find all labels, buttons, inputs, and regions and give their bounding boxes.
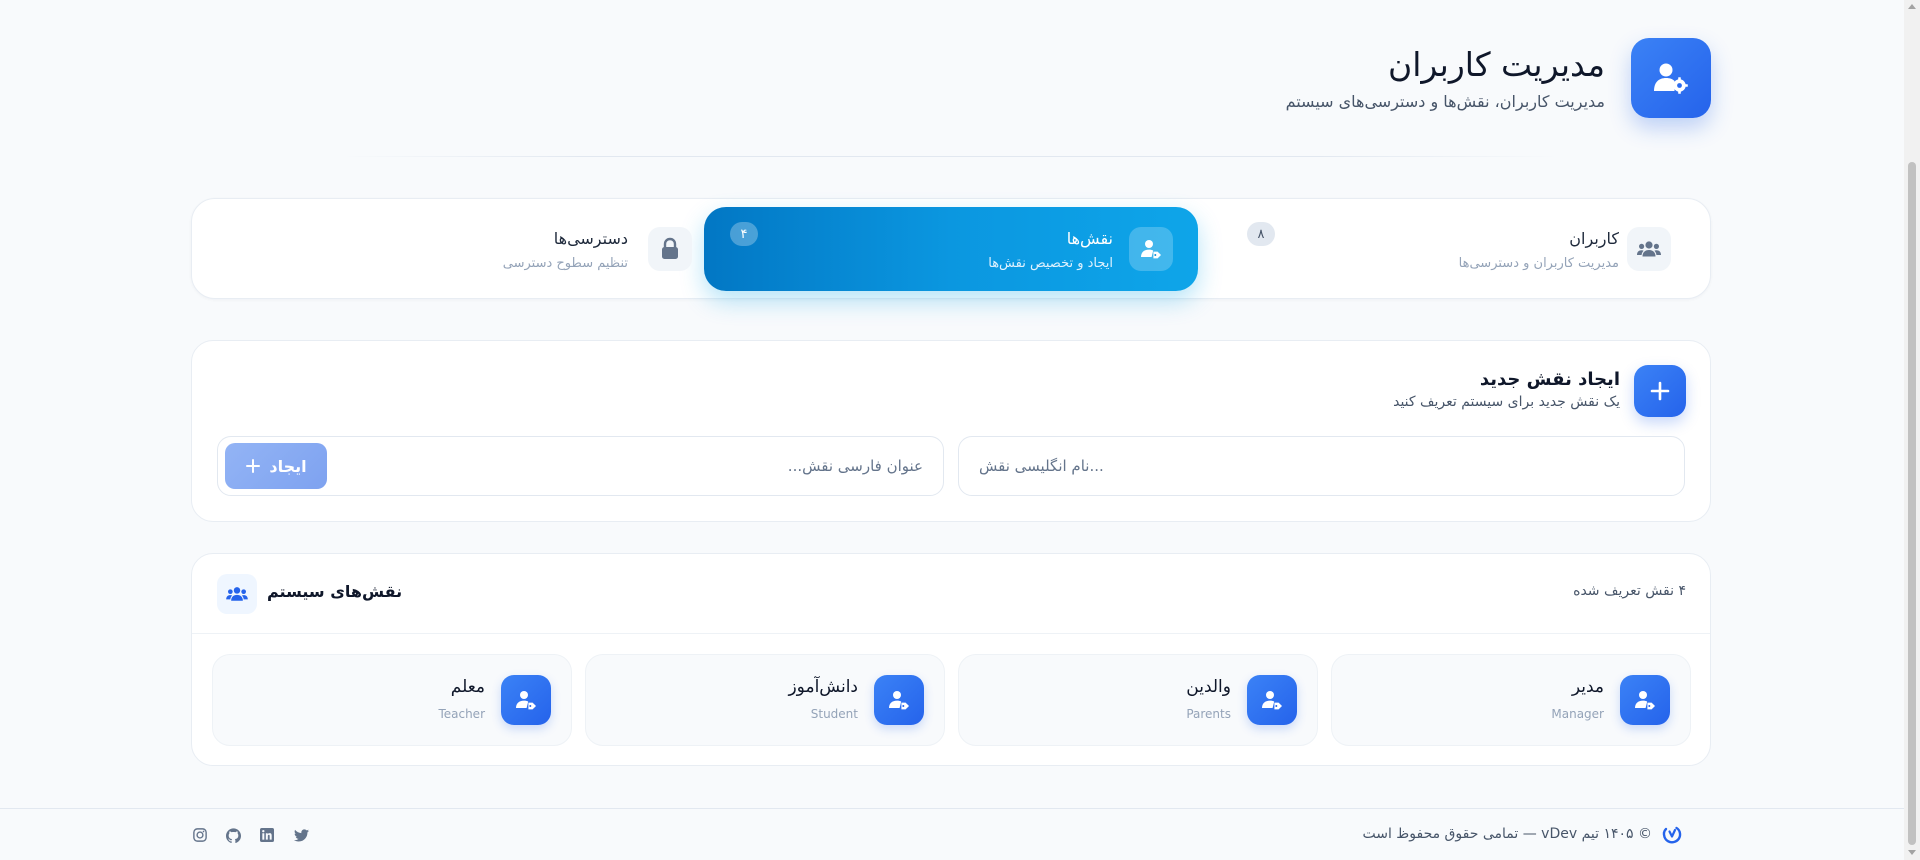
role-name: معلم: [450, 677, 485, 697]
roles-count: ۴ نقش تعریف شده: [1573, 583, 1686, 599]
github-icon[interactable]: [225, 827, 241, 843]
system-roles-title: نقش‌های سیستم: [267, 582, 403, 601]
create-role-subtitle: یک نقش جدید برای سیستم تعریف کنید: [1393, 394, 1620, 410]
role-card-student[interactable]: دانش‌آموز Student: [585, 654, 945, 746]
footer: © ۱۴۰۵ تیم vDev — تمامی حقوق محفوظ است: [0, 808, 1904, 860]
user-gear-icon: [1631, 38, 1711, 118]
create-button-label: ایجاد: [269, 456, 307, 476]
linkedin-icon[interactable]: [259, 827, 275, 843]
users-icon: [1627, 227, 1671, 271]
vdev-logo-icon: [1660, 823, 1684, 847]
page-scrollbar[interactable]: [1904, 0, 1920, 860]
tab-users-count-badge: ۸: [1247, 222, 1275, 246]
role-card-teacher[interactable]: معلم Teacher: [212, 654, 572, 746]
tab-users[interactable]: کاربران مدیریت کاربران و دسترسی‌ها ۸: [1207, 207, 1704, 291]
page: مدیریت کاربران مدیریت کاربران، نقش‌ها و …: [0, 0, 1920, 860]
persian-title-field: ایجاد: [217, 436, 944, 496]
role-english-name: Student: [810, 707, 858, 721]
plus-icon: [246, 459, 261, 473]
system-roles-card: ۴ نقش تعریف شده نقش‌های سیستم: [191, 553, 1711, 766]
plus-icon: [1634, 365, 1686, 417]
tab-permissions-description: تنظیم سطوح دسترسی: [502, 256, 628, 271]
scroll-down-arrow-icon[interactable]: [1908, 850, 1916, 855]
section-tabs: کاربران مدیریت کاربران و دسترسی‌ها ۸ نقش…: [191, 198, 1711, 299]
tab-roles-count-badge: ۴: [730, 222, 758, 246]
copyright-text: © ۱۴۰۵ تیم vDev — تمامی حقوق محفوظ است: [1362, 826, 1652, 842]
page-header: مدیریت کاربران مدیریت کاربران، نقش‌ها و …: [191, 36, 1711, 120]
header-divider: [340, 156, 1560, 157]
role-name: والدین: [1186, 677, 1231, 697]
users-icon: [217, 574, 257, 614]
instagram-icon[interactable]: [192, 827, 208, 843]
role-english-name: Manager: [1551, 707, 1604, 721]
user-tag-icon: [1129, 227, 1173, 271]
scroll-up-arrow-icon[interactable]: [1908, 4, 1916, 9]
user-tag-icon: [874, 675, 924, 725]
create-role-button[interactable]: ایجاد: [225, 443, 327, 489]
role-card-parents[interactable]: والدین Parents: [958, 654, 1318, 746]
role-english-name: Parents: [1186, 707, 1231, 721]
system-roles-header: ۴ نقش تعریف شده نقش‌های سیستم: [192, 554, 1710, 634]
create-role-card: ایجاد نقش جدید یک نقش جدید برای سیستم تع…: [191, 340, 1711, 522]
page-subtitle: مدیریت کاربران، نقش‌ها و دسترسی‌های سیست…: [1285, 92, 1605, 112]
lock-icon: [648, 227, 692, 271]
scrollbar-thumb[interactable]: [1908, 162, 1916, 845]
english-name-input[interactable]: [959, 437, 1684, 495]
role-card-manager[interactable]: مدیر Manager: [1331, 654, 1691, 746]
tab-roles[interactable]: نقش‌ها ایجاد و تخصیص نقش‌ها ۴: [704, 207, 1198, 291]
role-name: مدیر: [1571, 677, 1604, 697]
tab-permissions[interactable]: دسترسی‌ها تنظیم سطوح دسترسی: [232, 207, 692, 291]
user-tag-icon: [1247, 675, 1297, 725]
user-tag-icon: [1620, 675, 1670, 725]
role-english-name: Teacher: [438, 707, 485, 721]
tab-roles-description: ایجاد و تخصیص نقش‌ها: [988, 256, 1113, 271]
twitter-icon[interactable]: [293, 827, 309, 843]
tab-permissions-label: دسترسی‌ها: [553, 229, 628, 248]
user-tag-icon: [501, 675, 551, 725]
tab-users-label: کاربران: [1569, 229, 1619, 248]
tab-users-description: مدیریت کاربران و دسترسی‌ها: [1458, 256, 1619, 271]
tab-roles-label: نقش‌ها: [1066, 229, 1113, 248]
role-name: دانش‌آموز: [788, 677, 858, 697]
english-name-field: [958, 436, 1685, 496]
page-title: مدیریت کاربران: [1388, 44, 1605, 84]
create-role-title: ایجاد نقش جدید: [1479, 369, 1620, 390]
